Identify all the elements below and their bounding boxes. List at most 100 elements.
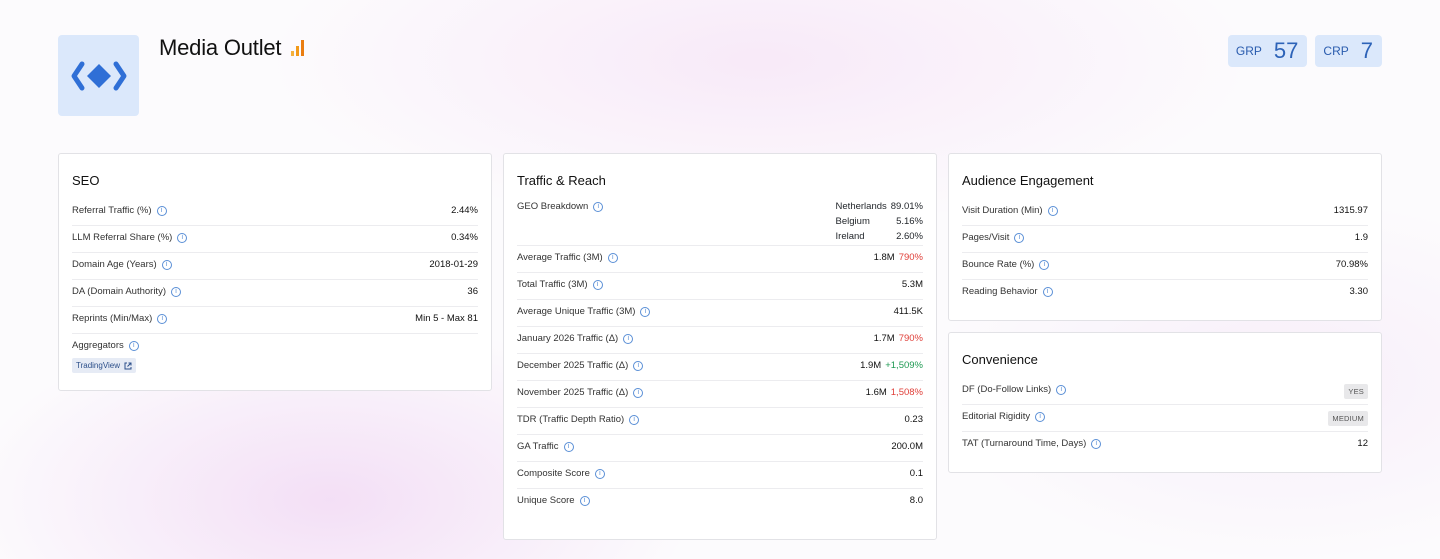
info-icon[interactable]: i <box>607 252 618 263</box>
engagement-card-title: Audience Engagement <box>962 173 1094 188</box>
traffic-row: Total Traffic (3M) i 5.3M <box>517 273 923 300</box>
info-icon[interactable]: i <box>633 360 644 371</box>
info-icon[interactable]: i <box>156 205 167 216</box>
geo-pct: 89.01% <box>890 201 923 212</box>
convenience-row: Editorial Rigidity i MEDIUM <box>962 405 1368 432</box>
external-link-icon <box>124 362 132 369</box>
engagement-row: Bounce Rate (%) i 70.98% <box>962 253 1368 280</box>
metric-label: Visit Duration (Min) <box>962 205 1043 216</box>
info-icon[interactable]: i <box>170 286 181 297</box>
convenience-row: TAT (Turnaround Time, Days) i 12 <box>962 432 1368 459</box>
metric-value: 0.1 <box>909 468 923 479</box>
info-icon[interactable]: i <box>1047 205 1058 216</box>
info-icon[interactable]: i <box>1035 411 1046 422</box>
info-icon[interactable]: i <box>633 387 644 398</box>
metric-value: 12 <box>1357 438 1368 449</box>
info-icon[interactable]: i <box>177 232 188 243</box>
crp-label: CRP <box>1323 44 1349 58</box>
geo-pct: 2.60% <box>896 231 923 242</box>
info-icon[interactable]: i <box>1039 259 1050 270</box>
info-icon[interactable]: i <box>593 201 604 212</box>
metric-label: GA Traffic <box>517 441 559 452</box>
grp-label: GRP <box>1235 44 1262 58</box>
metric-label: Referral Traffic (%) <box>72 205 152 216</box>
info-icon[interactable]: i <box>1014 232 1025 243</box>
metric-label: Average Unique Traffic (3M) <box>517 306 636 317</box>
seo-row: LLM Referral Share (%) i 0.34% <box>72 226 478 253</box>
metric-value: 1.8M <box>873 252 895 263</box>
metric-label: January 2026 Traffic (Δ) <box>517 333 619 344</box>
geo-country: Ireland <box>835 231 865 242</box>
outlet-logo <box>58 35 139 116</box>
info-icon[interactable]: i <box>629 414 640 425</box>
metric-label: Reprints (Min/Max) <box>72 313 153 324</box>
info-icon[interactable]: i <box>563 441 574 452</box>
info-icon[interactable]: i <box>640 306 651 317</box>
info-icon[interactable]: i <box>592 279 603 290</box>
metric-value: 200.0M <box>891 441 923 452</box>
metric-delta: 790% <box>898 252 923 263</box>
traffic-row: Composite Score i 0.1 <box>517 462 923 489</box>
bar-chart-icon[interactable] <box>291 40 305 56</box>
traffic-row: December 2025 Traffic (Δ) i 1.9M +1,509% <box>517 354 923 381</box>
metric-label: December 2025 Traffic (Δ) <box>517 360 629 371</box>
metric-delta: +1,509% <box>885 360 923 371</box>
traffic-row: TDR (Traffic Depth Ratio) i 0.23 <box>517 408 923 435</box>
aggregator-tag-label: TradingView <box>76 361 121 370</box>
traffic-card: Traffic & Reach GEO Breakdown i Netherlan… <box>503 153 937 540</box>
geo-pct: 5.16% <box>896 216 923 227</box>
info-icon[interactable]: i <box>579 495 590 506</box>
metric-label: Bounce Rate (%) <box>962 259 1035 270</box>
metric-label: TDR (Traffic Depth Ratio) <box>517 414 625 425</box>
metric-delta: 1,508% <box>890 387 923 398</box>
seo-row: DA (Domain Authority) i 36 <box>72 280 478 307</box>
traffic-card-title: Traffic & Reach <box>517 173 606 188</box>
traffic-row: GA Traffic i 200.0M <box>517 435 923 462</box>
engagement-card: Audience Engagement Visit Duration (Min)… <box>948 153 1382 321</box>
metric-label: DA (Domain Authority) <box>72 286 166 297</box>
metric-value: 2018-01-29 <box>429 259 478 270</box>
metric-value: 1.6M <box>865 387 887 398</box>
info-icon[interactable]: i <box>1056 384 1067 395</box>
seo-row: Domain Age (Years) i 2018-01-29 <box>72 253 478 280</box>
traffic-row: November 2025 Traffic (Δ) i 1.6M 1,508% <box>517 381 923 408</box>
info-icon[interactable]: i <box>1042 286 1053 297</box>
engagement-row: Reading Behavior i 3.30 <box>962 280 1368 307</box>
metric-value: Min 5 - Max 81 <box>415 313 478 324</box>
engagement-row: Pages/Visit i 1.9 <box>962 226 1368 253</box>
metric-label: DF (Do-Follow Links) <box>962 384 1052 395</box>
score-badges: GRP 57 CRP 7 <box>1227 35 1382 67</box>
info-icon[interactable]: i <box>594 468 605 479</box>
geo-row: GEO Breakdown i Netherlands 89.01% Belgium… <box>517 199 923 246</box>
metric-label: LLM Referral Share (%) <box>72 232 173 243</box>
metric-delta: 790% <box>898 333 923 344</box>
traffic-row: Average Traffic (3M) i 1.8M 790% <box>517 246 923 273</box>
metric-label: Editorial Rigidity <box>962 411 1031 422</box>
metric-label: Total Traffic (3M) <box>517 279 588 290</box>
crp-badge: CRP 7 <box>1315 35 1382 67</box>
engagement-row: Visit Duration (Min) i 1315.97 <box>962 199 1368 226</box>
convenience-card: Convenience DF (Do-Follow Links) i YES Ed… <box>948 332 1382 473</box>
metric-value: 0.34% <box>451 232 478 243</box>
status-badge: MEDIUM <box>1328 411 1368 426</box>
metric-value: 1.9 <box>1354 232 1368 243</box>
aggregator-tag-link[interactable]: TradingView <box>72 358 137 373</box>
aggregators-label: Aggregators <box>72 340 124 351</box>
info-icon[interactable]: i <box>161 259 172 270</box>
metric-value: 1.9M <box>860 360 882 371</box>
diamond-brackets-icon <box>71 61 126 90</box>
seo-card: SEO Referral Traffic (%) i 2.44% LLM Refe… <box>58 153 492 391</box>
metric-value: 5.3M <box>901 279 923 290</box>
metric-value: 36 <box>467 286 478 297</box>
info-icon[interactable]: i <box>128 340 139 351</box>
aggregators-row: Aggregators i TradingView <box>72 334 478 373</box>
info-icon[interactable]: i <box>1091 438 1102 449</box>
info-icon[interactable]: i <box>623 333 634 344</box>
geo-breakdown: Netherlands 89.01% Belgium 5.16% Ireland 2.… <box>836 201 923 242</box>
metric-label: Composite Score <box>517 468 590 479</box>
metric-value: 8.0 <box>909 495 923 506</box>
info-icon[interactable]: i <box>157 313 168 324</box>
traffic-row: Unique Score i 8.0 <box>517 489 923 516</box>
metric-value: 3.30 <box>1349 286 1369 297</box>
page-title: Media Outlet <box>159 35 282 60</box>
